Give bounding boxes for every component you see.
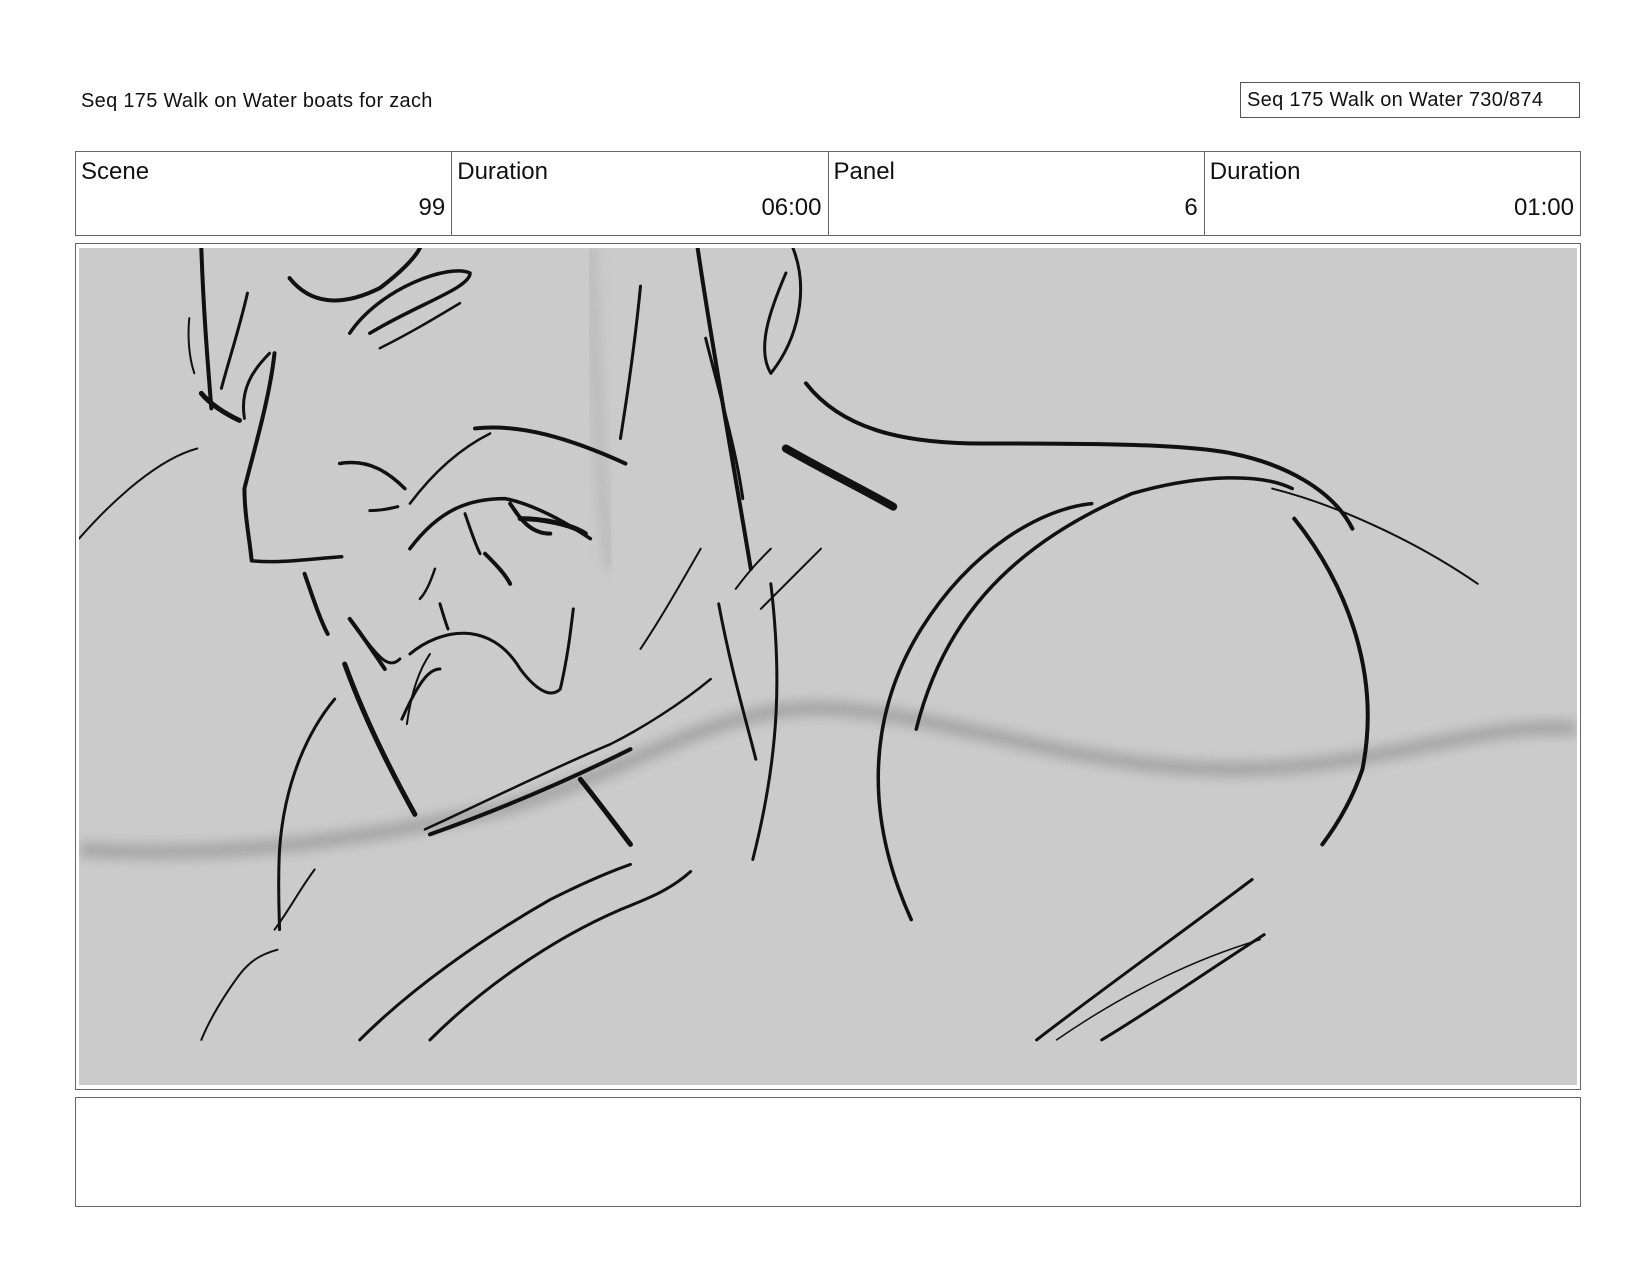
- panel-duration-label: Duration: [1209, 158, 1301, 185]
- scene-duration-value: 06:00: [761, 194, 822, 221]
- panel-duration-value: 01:00: [1513, 194, 1574, 221]
- scene-value: 99: [418, 194, 446, 221]
- panel-cell: Panel 6: [829, 152, 1205, 235]
- panel-notes-box: [75, 1097, 1581, 1207]
- storyboard-drawing: [79, 248, 1577, 1085]
- figure-linework: [79, 248, 1479, 1042]
- storyboard-frame: [75, 243, 1581, 1090]
- scene-label: Scene: [81, 158, 150, 185]
- page-counter: Seq 175 Walk on Water 730/874: [1240, 82, 1580, 118]
- panel-value: 6: [1184, 194, 1198, 221]
- scene-duration-label: Duration: [457, 158, 548, 185]
- panel-label: Panel: [833, 158, 895, 185]
- panel-duration-cell: Duration 01:00: [1205, 152, 1580, 235]
- background-water-line: [79, 701, 1577, 860]
- background-vertical-smudge: [585, 248, 616, 570]
- scene-info-table: Scene 99 Duration 06:00 Panel 6 Duration…: [75, 151, 1581, 236]
- scene-duration-cell: Duration 06:00: [452, 152, 829, 235]
- sketch-illustration: [79, 248, 1577, 1042]
- scene-cell: Scene 99: [76, 152, 453, 235]
- sequence-title: Seq 175 Walk on Water boats for zach: [81, 90, 433, 112]
